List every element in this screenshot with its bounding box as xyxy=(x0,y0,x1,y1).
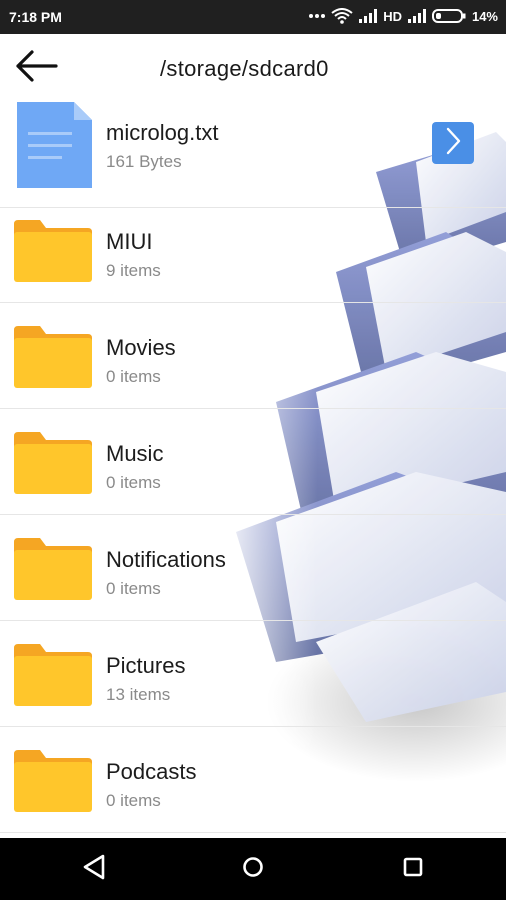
item-name: Podcasts xyxy=(106,759,197,784)
more-dots-icon xyxy=(309,13,326,19)
item-name: MIUI xyxy=(106,229,153,254)
folder-icon xyxy=(14,220,92,287)
item-meta: 13 items xyxy=(106,685,171,704)
folder-icon xyxy=(14,538,92,605)
folder-icon xyxy=(14,750,92,817)
status-bar: 7:18 PM HD 14% xyxy=(0,0,506,34)
folder-icon xyxy=(14,644,92,711)
recents-square-icon xyxy=(402,856,424,883)
nav-back-button[interactable] xyxy=(78,853,110,885)
list-item[interactable]: microlog.txt 161 Bytes xyxy=(0,102,506,208)
folder-icon xyxy=(14,432,92,499)
open-file-button[interactable] xyxy=(432,122,474,164)
item-meta: 0 items xyxy=(106,791,161,810)
item-name: microlog.txt xyxy=(106,120,219,145)
item-name: Music xyxy=(106,441,164,466)
status-icons: HD 14% xyxy=(309,8,498,24)
app-bar: /storage/sdcard0 xyxy=(0,34,506,102)
signal-icon xyxy=(407,9,426,23)
folder-icon xyxy=(14,326,92,393)
item-meta: 9 items xyxy=(106,261,161,280)
back-button[interactable] xyxy=(10,48,62,88)
arrow-left-icon xyxy=(14,49,58,88)
nav-home-button[interactable] xyxy=(237,853,269,885)
chevron-right-icon xyxy=(443,126,463,161)
home-circle-icon xyxy=(241,855,265,884)
signal-icon xyxy=(359,9,378,23)
document-icon xyxy=(14,102,92,193)
item-meta: 0 items xyxy=(106,473,161,492)
list-item[interactable]: MIUI 9 items xyxy=(0,197,506,303)
network-type-label: HD xyxy=(383,8,402,24)
list-item[interactable]: Notifications 0 items xyxy=(0,515,506,621)
battery-icon xyxy=(431,9,466,23)
item-name: Notifications xyxy=(106,547,226,572)
back-triangle-icon xyxy=(81,853,107,886)
item-meta: 0 items xyxy=(106,579,161,598)
item-meta: 161 Bytes xyxy=(106,152,182,171)
item-meta: 0 items xyxy=(106,367,161,386)
path-title: /storage/sdcard0 xyxy=(160,56,329,81)
item-name: Pictures xyxy=(106,653,186,678)
file-list[interactable]: microlog.txt 161 Bytes MIUI 9 items Movi… xyxy=(0,102,506,838)
item-name: Movies xyxy=(106,335,176,360)
nav-recents-button[interactable] xyxy=(397,853,429,885)
battery-percent: 14% xyxy=(471,8,498,24)
list-item[interactable]: Podcasts 0 items xyxy=(0,727,506,833)
wifi-icon xyxy=(331,8,353,24)
list-item[interactable]: Movies 0 items xyxy=(0,303,506,409)
list-item[interactable]: Music 0 items xyxy=(0,409,506,515)
list-item[interactable]: Pictures 13 items xyxy=(0,621,506,727)
status-time: 7:18 PM xyxy=(9,9,62,25)
system-nav-bar xyxy=(0,838,506,900)
